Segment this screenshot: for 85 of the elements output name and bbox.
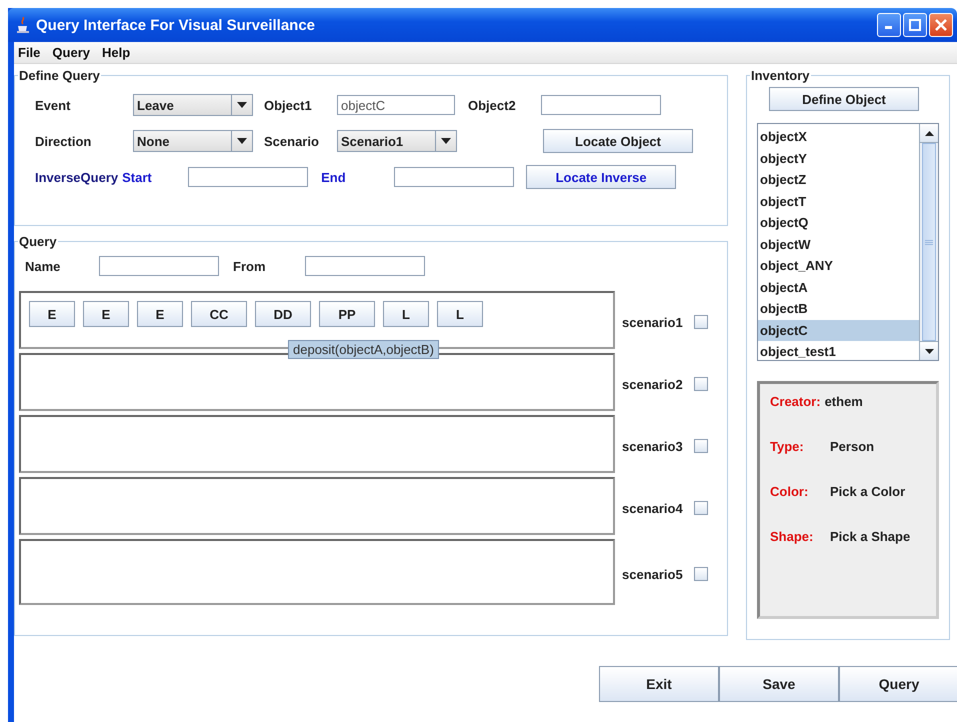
field-label: Event (34, 98, 72, 112)
scroll-down-button[interactable] (920, 341, 938, 360)
event-button[interactable]: L (383, 301, 429, 327)
action-button[interactable]: Save (719, 666, 839, 702)
scenario-label: scenario3 (622, 438, 684, 454)
tooltip: deposit(objectA,objectB) (288, 340, 439, 359)
detail-label: Shape: (770, 529, 814, 544)
scenario-label: scenario1 (622, 314, 684, 330)
field-label: End (321, 170, 347, 184)
field-label: Name (25, 258, 62, 274)
scenario-dropdown[interactable]: Scenario1 (337, 130, 457, 152)
field-label: InverseQuery (34, 170, 118, 184)
action-button[interactable]: Query (839, 666, 957, 702)
object1-field[interactable]: objectC (337, 95, 455, 115)
dropdown-arrow-icon (441, 138, 451, 144)
detail-value: Pick a Shape (830, 529, 910, 544)
action-button[interactable]: Exit (599, 666, 719, 702)
start-field[interactable] (188, 167, 308, 187)
scenario-label: scenario4 (622, 500, 684, 516)
event-button[interactable]: PP (319, 301, 375, 327)
event-button[interactable]: CC (191, 301, 247, 327)
panel-title: Query (18, 234, 58, 249)
list-item[interactable]: objectQ (758, 212, 919, 234)
scenario-checkbox[interactable] (694, 315, 708, 329)
event-button[interactable]: L (437, 301, 483, 327)
detail-value: Person (830, 439, 874, 454)
grip-icon (925, 240, 933, 244)
maximize-icon (909, 19, 921, 31)
object2-field[interactable] (541, 95, 661, 115)
detail-label: Creator: (770, 394, 821, 409)
list-item[interactable]: objectB (758, 298, 919, 320)
menu-item[interactable]: Help (102, 45, 130, 60)
locate-object-button[interactable]: Locate Object (543, 129, 693, 153)
list-item[interactable]: objectZ (758, 169, 919, 190)
event-dropdown[interactable]: Leave (133, 94, 253, 116)
menu-item[interactable]: Query (52, 45, 90, 60)
dropdown-arrow-icon (237, 102, 247, 108)
minimize-button[interactable] (877, 13, 901, 37)
list-item[interactable]: object_test1 (758, 341, 919, 362)
event-button[interactable]: E (137, 301, 183, 327)
scroll-up-button[interactable] (920, 124, 938, 143)
list-item[interactable]: objectA (758, 276, 919, 298)
field-label: Object1 (264, 98, 313, 112)
panel-title: Inventory (750, 68, 811, 83)
event-button[interactable]: E (83, 301, 129, 327)
maximize-button[interactable] (903, 13, 927, 37)
scenario-checkbox[interactable] (694, 439, 708, 453)
down-arrow-icon (924, 348, 934, 354)
panel-title: Define Query (18, 68, 101, 83)
list-item[interactable]: objectX (758, 126, 919, 148)
event-button[interactable]: E (29, 301, 75, 327)
field-label: Direction (34, 134, 92, 148)
field-label: Object2 (468, 98, 517, 112)
detail-value: ethem (824, 394, 863, 409)
scenario-label: scenario5 (622, 566, 684, 582)
detail-label: Color: (770, 484, 810, 499)
list-item[interactable]: objectY (758, 148, 919, 169)
from-field[interactable] (305, 256, 425, 276)
list-item[interactable]: objectW (758, 234, 919, 255)
field-label: Scenario (264, 134, 320, 148)
close-button[interactable] (929, 13, 953, 37)
window-title: Query Interface For Visual Surveillance (36, 16, 316, 34)
direction-dropdown[interactable]: None (133, 130, 253, 152)
list-item[interactable]: objectT (758, 190, 919, 212)
detail-label: Type: (770, 439, 805, 454)
end-field[interactable] (394, 167, 514, 187)
locate-inverse-button[interactable]: Locate Inverse (526, 165, 676, 189)
field-label: From (233, 258, 266, 274)
scenario-label: scenario2 (622, 376, 684, 392)
menu-item[interactable]: File (18, 45, 40, 60)
close-icon (935, 19, 947, 31)
dropdown-arrow-icon (237, 138, 247, 144)
event-button[interactable]: DD (255, 301, 311, 327)
scenario-checkbox[interactable] (694, 567, 708, 581)
detail-value: Pick a Color (830, 484, 906, 499)
scrollbar-thumb[interactable] (922, 143, 936, 341)
list-item[interactable]: objectC (758, 320, 919, 341)
field-label: Start (122, 170, 153, 184)
scenario-checkbox[interactable] (694, 501, 708, 515)
define-object-button[interactable]: Define Object (769, 87, 919, 111)
scenario-checkbox[interactable] (694, 377, 708, 391)
name-field[interactable] (99, 256, 219, 276)
up-arrow-icon (924, 130, 934, 136)
list-item[interactable]: object_ANY (758, 255, 919, 276)
coffee-cup-icon (16, 17, 30, 33)
